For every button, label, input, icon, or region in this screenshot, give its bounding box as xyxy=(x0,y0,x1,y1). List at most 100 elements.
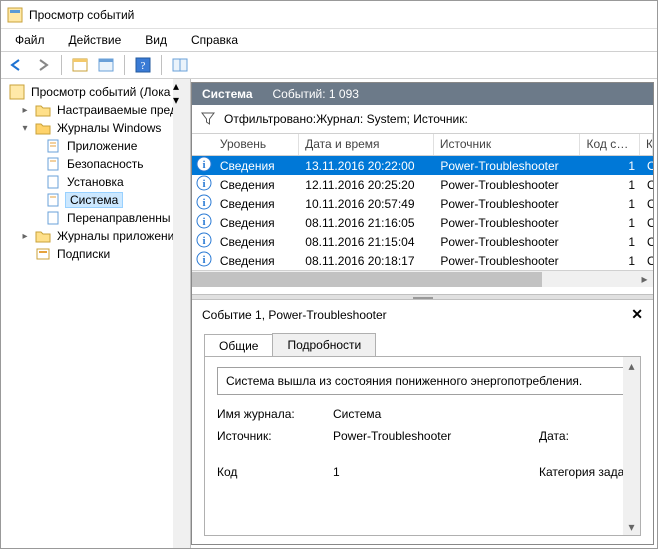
event-row[interactable]: iСведения10.11.2016 20:57:49Power-Troubl… xyxy=(192,194,653,213)
tree-root-label: Просмотр событий (Лока xyxy=(29,85,172,99)
tree-label: Настраиваемые предс xyxy=(55,103,185,117)
hscrollbar[interactable]: ▸ xyxy=(192,270,653,287)
tree-label: Приложение xyxy=(65,139,139,153)
menu-help[interactable]: Справка xyxy=(181,31,248,49)
layout-button[interactable] xyxy=(168,54,192,76)
event-row[interactable]: iСведения08.11.2016 21:16:05Power-Troubl… xyxy=(192,213,653,232)
detail-pane: Событие 1, Power-Troubleshooter ✕ Общие … xyxy=(192,300,653,544)
detail-title: Событие 1, Power-Troubleshooter xyxy=(202,308,387,322)
tree-app-logs[interactable]: ▸ Журналы приложени xyxy=(1,227,190,245)
detail-header: Событие 1, Power-Troubleshooter ✕ xyxy=(192,300,653,329)
svg-text:i: i xyxy=(202,254,205,266)
scroll-thumb[interactable] xyxy=(192,272,542,287)
help-button[interactable]: ? xyxy=(131,54,155,76)
value-code: 1 xyxy=(333,465,533,479)
close-icon[interactable]: ✕ xyxy=(631,306,643,323)
nav-forward-button[interactable] xyxy=(31,54,55,76)
nav-back-button[interactable] xyxy=(5,54,29,76)
svg-text:?: ? xyxy=(141,60,146,72)
content-pane: Система Событий: 1 093 Отфильтровано:Жур… xyxy=(191,82,654,545)
app-icon xyxy=(7,7,23,23)
value-log: Система xyxy=(333,407,533,421)
folder-icon xyxy=(35,102,51,118)
tree-label: Подписки xyxy=(55,247,112,261)
subscriptions-icon xyxy=(35,246,51,262)
event-row[interactable]: iСведения08.11.2016 20:18:17Power-Troubl… xyxy=(192,251,653,270)
log-icon xyxy=(45,156,61,172)
tree-label: Журналы Windows xyxy=(55,121,163,135)
scroll-up-icon[interactable]: ▴ xyxy=(623,357,640,374)
detail-tabs: Общие Подробности xyxy=(192,329,653,356)
info-icon: i xyxy=(196,175,212,191)
main-area: Просмотр событий (Лока ▸ Настраиваемые п… xyxy=(1,79,657,548)
menu-file[interactable]: Файл xyxy=(5,31,55,49)
info-icon: i xyxy=(196,251,212,267)
tree-label: Установка xyxy=(65,175,126,189)
tree-security[interactable]: Безопасность xyxy=(1,155,190,173)
tree-label: Система xyxy=(65,192,123,208)
folder-open-icon xyxy=(35,120,51,136)
col-source[interactable]: Источник xyxy=(434,134,581,155)
col-date[interactable]: Дата и время xyxy=(299,134,434,155)
expand-icon[interactable]: ▸ xyxy=(19,231,31,242)
tab-general[interactable]: Общие xyxy=(204,334,273,357)
show-hide-tree-button[interactable] xyxy=(68,54,92,76)
panel-count: Событий: 1 093 xyxy=(273,87,359,101)
menu-view[interactable]: Вид xyxy=(135,31,177,49)
label-log: Имя журнала: xyxy=(217,407,327,421)
menubar: Файл Действие Вид Справка xyxy=(1,29,657,51)
filter-bar: Отфильтровано:Журнал: System; Источник: xyxy=(192,105,653,134)
list-header: Уровень Дата и время Источник Код со... … xyxy=(192,134,653,156)
col-category[interactable]: Кат xyxy=(640,134,653,155)
folder-icon xyxy=(35,228,51,244)
scroll-down-icon[interactable]: ▾ xyxy=(623,518,640,535)
event-row[interactable]: iСведения13.11.2016 20:22:00Power-Troubl… xyxy=(192,156,653,175)
splitter-handle[interactable] xyxy=(192,294,653,300)
tree-setup[interactable]: Установка xyxy=(1,173,190,191)
info-icon: i xyxy=(196,213,212,229)
properties-button[interactable] xyxy=(94,54,118,76)
col-code[interactable]: Код со... xyxy=(580,134,640,155)
tree-custom-views[interactable]: ▸ Настраиваемые предс xyxy=(1,101,190,119)
tree-application[interactable]: Приложение xyxy=(1,137,190,155)
event-row[interactable]: iСведения08.11.2016 21:15:04Power-Troubl… xyxy=(192,232,653,251)
log-icon xyxy=(45,174,61,190)
tree-forwarded[interactable]: Перенаправленны xyxy=(1,209,190,227)
value-source: Power-Troubleshooter xyxy=(333,429,533,457)
log-icon xyxy=(45,138,61,154)
funnel-icon xyxy=(200,111,216,127)
scroll-up-icon[interactable]: ▴ xyxy=(173,79,190,93)
tree-label: Журналы приложени xyxy=(55,229,176,243)
detail-scrollbar[interactable]: ▴ ▾ xyxy=(623,357,640,535)
svg-text:i: i xyxy=(202,197,205,209)
svg-text:i: i xyxy=(202,178,205,190)
event-row[interactable]: iСведения12.11.2016 20:25:20Power-Troubl… xyxy=(192,175,653,194)
menu-action[interactable]: Действие xyxy=(59,31,132,49)
tree-system[interactable]: Система xyxy=(1,191,190,209)
event-properties: Имя журнала: Система Источник: Power-Tro… xyxy=(217,407,628,479)
tree-subscriptions[interactable]: Подписки xyxy=(1,245,190,263)
label-code: Код xyxy=(217,465,327,479)
filter-text: Отфильтровано:Журнал: System; Источник: xyxy=(224,112,468,126)
expand-icon[interactable]: ▸ xyxy=(19,105,31,116)
col-level[interactable]: Уровень xyxy=(214,134,299,155)
event-list: Уровень Дата и время Источник Код со... … xyxy=(192,134,653,294)
tab-details[interactable]: Подробности xyxy=(272,333,376,356)
panel-header: Система Событий: 1 093 xyxy=(192,83,653,105)
tree-root[interactable]: Просмотр событий (Лока xyxy=(1,83,190,101)
log-icon xyxy=(45,210,61,226)
collapse-icon[interactable]: ▾ xyxy=(19,123,31,134)
scroll-down-icon[interactable]: ▾ xyxy=(173,93,190,107)
tree-windows-logs[interactable]: ▾ Журналы Windows xyxy=(1,119,190,137)
svg-text:i: i xyxy=(202,216,205,228)
tab-body: Система вышла из состояния пониженного э… xyxy=(204,356,641,536)
info-icon: i xyxy=(196,194,212,210)
tree-scrollbar[interactable]: ▴ ▾ xyxy=(173,79,190,548)
tree-pane: Просмотр событий (Лока ▸ Настраиваемые п… xyxy=(1,79,191,548)
svg-text:i: i xyxy=(202,235,205,247)
tree-label: Перенаправленны xyxy=(65,211,172,225)
scroll-right-icon[interactable]: ▸ xyxy=(636,271,653,288)
tree-label: Безопасность xyxy=(65,157,146,171)
event-description: Система вышла из состояния пониженного э… xyxy=(217,367,628,395)
list-rows: iСведения13.11.2016 20:22:00Power-Troubl… xyxy=(192,156,653,270)
